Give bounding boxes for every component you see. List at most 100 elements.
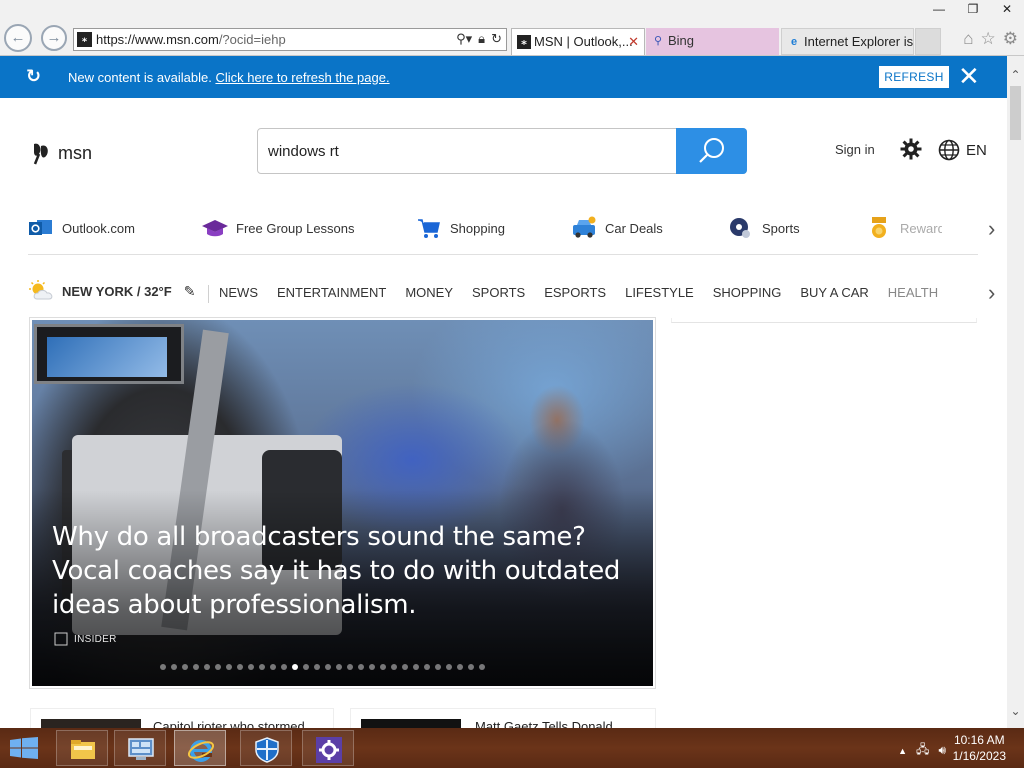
taskbar-file-explorer[interactable] (56, 730, 108, 766)
show-hidden-icons-icon[interactable]: ▲ (898, 746, 907, 756)
carousel-dot[interactable] (270, 664, 276, 670)
carousel-dot[interactable] (171, 664, 177, 670)
tab-internet-explorer[interactable]: e Internet Explorer is... (781, 28, 914, 55)
carousel-dot[interactable] (424, 664, 430, 670)
refresh-link[interactable]: Click here to refresh the page. (215, 70, 389, 85)
language-button[interactable] (938, 139, 960, 166)
url-text[interactable]: https://www.msn.com/?ocid=iehp (96, 32, 286, 47)
system-clock[interactable]: 10:16 AM 1/16/2023 (953, 732, 1006, 764)
carousel-dot[interactable] (248, 664, 254, 670)
new-tab-button[interactable] (915, 28, 941, 55)
quick-link-car-deals[interactable]: Car Deals (571, 213, 663, 243)
news-card-title[interactable]: Matt Gaetz Tells Donald (475, 719, 613, 728)
taskbar-defender[interactable] (240, 730, 292, 766)
nav-shopping[interactable]: SHOPPING (713, 285, 782, 303)
carousel-dot[interactable] (303, 664, 309, 670)
weather-widget[interactable]: NEW YORK / 32°F ✎ (28, 280, 195, 302)
quick-link-sports[interactable]: Sports (728, 213, 800, 243)
refresh-button[interactable]: REFRESH (879, 66, 949, 88)
hero-carousel[interactable]: Why do all broadcasters sound the same? … (29, 317, 656, 689)
carousel-dot[interactable] (237, 664, 243, 670)
volume-icon[interactable]: 🔊︎ (938, 743, 946, 758)
carousel-dot[interactable] (380, 664, 386, 670)
carousel-dot[interactable] (204, 664, 210, 670)
sign-in-link[interactable]: Sign in (835, 142, 875, 157)
carousel-dot[interactable] (314, 664, 320, 670)
start-button[interactable] (10, 737, 38, 764)
quick-links-next-icon[interactable]: › (988, 216, 995, 242)
carousel-dot[interactable] (435, 664, 441, 670)
gear-icon[interactable]: ⚙ (1003, 29, 1018, 49)
quick-link-rewards[interactable]: Rewards (866, 213, 942, 243)
search-box (257, 128, 747, 174)
carousel-dot[interactable] (479, 664, 485, 670)
forward-button[interactable]: → (41, 25, 67, 51)
hero-headline[interactable]: Why do all broadcasters sound the same? … (52, 520, 632, 622)
nav-entertainment[interactable]: ENTERTAINMENT (277, 285, 386, 303)
taskbar-settings[interactable] (302, 730, 354, 766)
carousel-dot[interactable] (259, 664, 265, 670)
car-icon (573, 216, 596, 238)
quick-link-outlook[interactable]: Outlook.com (28, 213, 135, 243)
tab-bing[interactable]: ⚲ Bing (646, 28, 779, 55)
network-icon[interactable]: 🖧︎ (916, 740, 929, 761)
nav-health[interactable]: HEALTH (888, 285, 938, 303)
search-dropdown-icon[interactable]: ⚲▾ (456, 31, 472, 47)
taskbar-control-panel[interactable] (114, 730, 166, 766)
close-window-button[interactable]: ✕ (990, 0, 1024, 20)
quick-links-bar: Outlook.com Free Group Lessons Shopping … (28, 213, 978, 255)
carousel-dot[interactable] (281, 664, 287, 670)
tab-msn[interactable]: ⁎ MSN | Outlook,... ✕ (511, 28, 645, 55)
news-card[interactable]: Matt Gaetz Tells Donald (350, 708, 656, 728)
carousel-dot[interactable] (402, 664, 408, 670)
edit-pencil-icon[interactable]: ✎ (184, 283, 196, 300)
settings-button[interactable] (900, 138, 922, 165)
msn-logo[interactable]: msn (30, 140, 92, 166)
close-tab-icon[interactable]: ✕ (628, 29, 639, 55)
search-input[interactable] (268, 139, 668, 163)
carousel-dot[interactable] (292, 664, 298, 670)
language-label[interactable]: EN (966, 142, 987, 159)
nav-lifestyle[interactable]: LIFESTYLE (625, 285, 694, 303)
minimize-button[interactable]: — (922, 0, 956, 20)
refresh-icon[interactable]: ↻ (491, 31, 502, 47)
carousel-dot[interactable] (336, 664, 342, 670)
carousel-dot[interactable] (457, 664, 463, 670)
carousel-dot[interactable] (193, 664, 199, 670)
scroll-down-icon[interactable]: ⌄ (1007, 704, 1024, 718)
carousel-dot[interactable] (182, 664, 188, 670)
close-notification-button[interactable]: ✕ (958, 61, 980, 91)
address-bar[interactable]: ⁎ https://www.msn.com/?ocid=iehp ⚲▾ 🔒︎ ↻ (73, 28, 507, 51)
star-icon[interactable]: ☆ (981, 29, 996, 49)
restore-button[interactable]: ❐ (956, 0, 990, 20)
nav-money[interactable]: MONEY (405, 285, 453, 303)
carousel-dot[interactable] (160, 664, 166, 670)
nav-buy-a-car[interactable]: BUY A CAR (800, 285, 868, 303)
quick-link-shopping[interactable]: Shopping (416, 213, 505, 243)
carousel-dot[interactable] (391, 664, 397, 670)
carousel-dot[interactable] (325, 664, 331, 670)
carousel-dot[interactable] (226, 664, 232, 670)
carousel-dot[interactable] (369, 664, 375, 670)
lock-icon[interactable]: 🔒︎ (478, 31, 485, 47)
carousel-dot[interactable] (215, 664, 221, 670)
nav-esports[interactable]: ESPORTS (544, 285, 606, 303)
scroll-up-icon[interactable]: ⌃ (1007, 68, 1024, 82)
quick-link-group-lessons[interactable]: Free Group Lessons (202, 213, 355, 243)
nav-sports[interactable]: SPORTS (472, 285, 525, 303)
nav-next-icon[interactable]: › (988, 280, 995, 306)
scroll-thumb[interactable] (1010, 86, 1021, 140)
carousel-dot[interactable] (358, 664, 364, 670)
back-button[interactable]: ← (4, 24, 32, 52)
nav-news[interactable]: NEWS (219, 285, 258, 303)
carousel-dot[interactable] (446, 664, 452, 670)
carousel-dot[interactable] (468, 664, 474, 670)
page-scrollbar[interactable]: ⌃ ⌄ (1007, 56, 1024, 728)
carousel-dot[interactable] (347, 664, 353, 670)
news-card[interactable]: Capitol rioter who stormed (30, 708, 334, 728)
carousel-dot[interactable] (413, 664, 419, 670)
news-card-title[interactable]: Capitol rioter who stormed (153, 719, 305, 728)
taskbar-internet-explorer[interactable] (174, 730, 226, 766)
search-button[interactable] (676, 128, 747, 174)
home-icon[interactable]: ⌂ (963, 29, 973, 49)
